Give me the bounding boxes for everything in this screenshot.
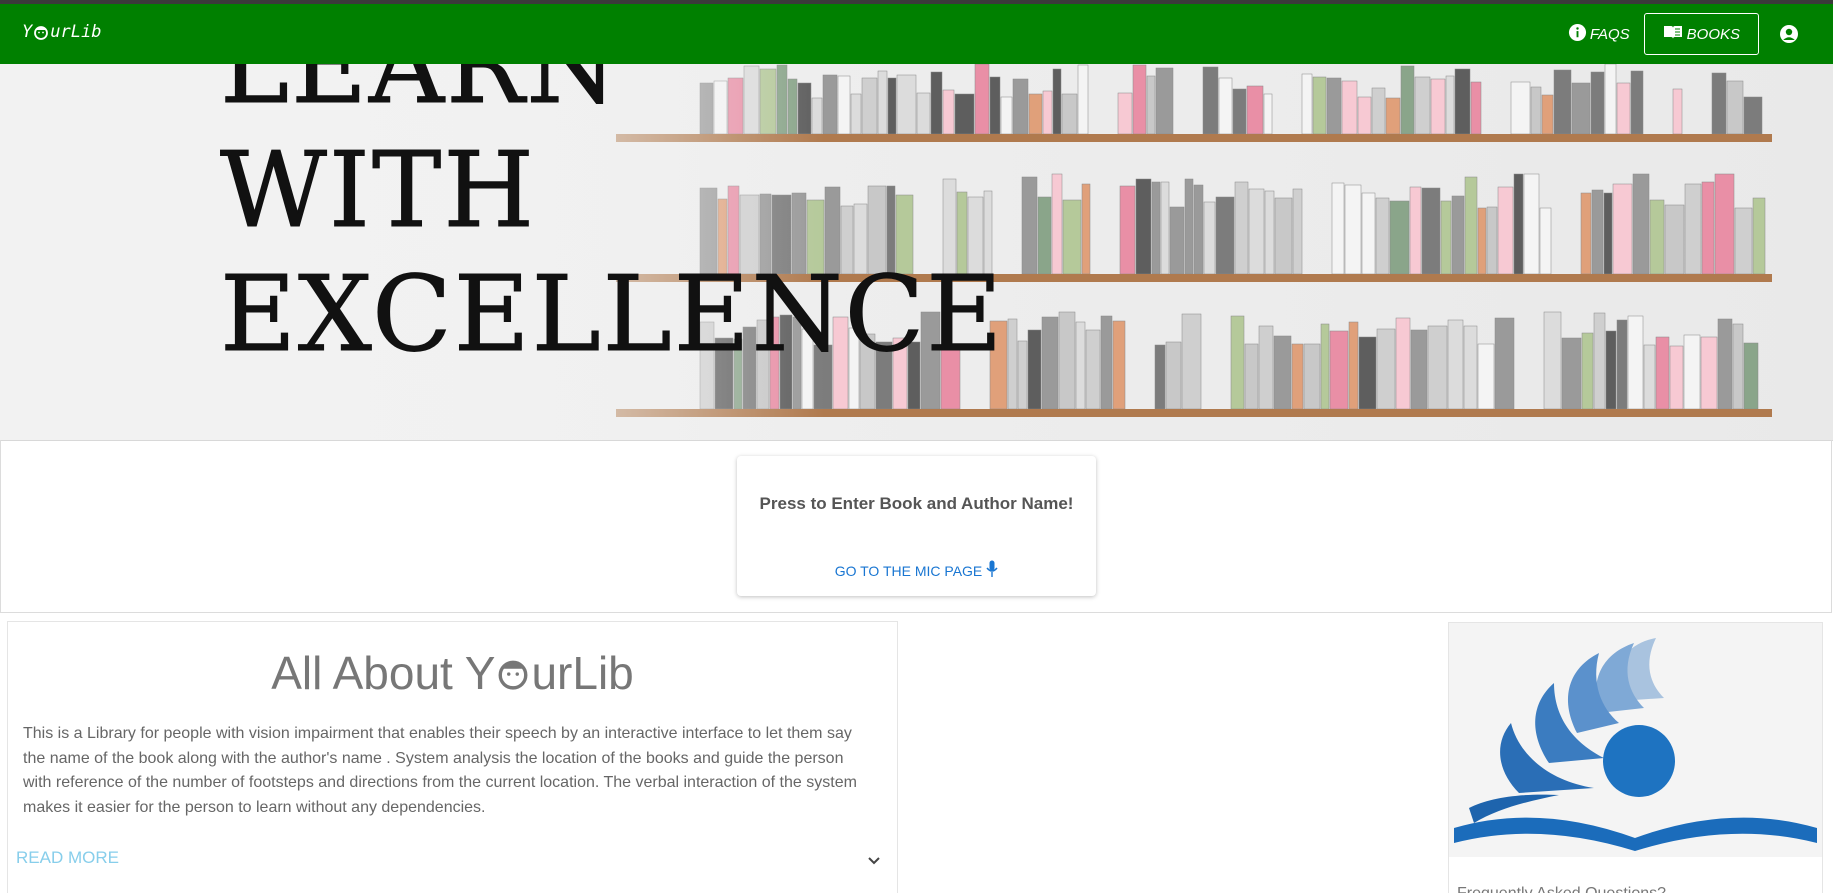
hero-banner: LEARN WITH EXCELLENCE <box>0 64 1833 441</box>
books-label: BOOKS <box>1686 25 1740 43</box>
book-icon <box>1663 24 1683 44</box>
about-heading-prefix: All About Y <box>271 647 496 699</box>
face-icon <box>33 24 49 40</box>
about-card: All About Y urLib This is a Library for … <box>7 621 898 893</box>
account-icon[interactable] <box>1767 12 1811 56</box>
hero-line-1: LEARN <box>219 64 620 128</box>
brand-suffix: urLib <box>50 22 102 42</box>
faqs-label: FAQS <box>1589 25 1630 43</box>
read-more-link[interactable]: READ MORE <box>16 848 119 868</box>
brand-logo[interactable]: Y urLib <box>22 22 101 42</box>
mic-icon <box>986 560 998 581</box>
face-icon <box>496 656 530 690</box>
hero-line-2: WITH <box>219 129 537 252</box>
open-book-logo <box>1449 623 1822 857</box>
navbar: Y urLib FAQS BOOKS <box>0 4 1833 64</box>
about-heading: All About Y urLib <box>8 646 897 700</box>
info-icon <box>1568 23 1587 46</box>
books-button[interactable]: BOOKS <box>1643 13 1759 55</box>
mic-card: Press to Enter Book and Author Name! GO … <box>737 456 1096 596</box>
chevron-down-icon[interactable] <box>863 850 885 872</box>
mic-section: Press to Enter Book and Author Name! GO … <box>0 440 1832 613</box>
mic-card-title: Press to Enter Book and Author Name! <box>759 494 1074 513</box>
about-description: This is a Library for people with vision… <box>23 725 857 816</box>
go-to-mic-page-button[interactable]: GO TO THE MIC PAGE <box>737 560 1096 581</box>
faq-card[interactable]: Frequently Asked Questions? <box>1448 622 1823 893</box>
hero-headline: LEARN WITH EXCELLENCE <box>219 64 1005 376</box>
about-heading-suffix: urLib <box>531 647 634 699</box>
brand-prefix: Y <box>22 22 33 42</box>
mic-action-label: GO TO THE MIC PAGE <box>834 562 983 579</box>
faq-card-title: Frequently Asked Questions? <box>1457 885 1666 893</box>
faqs-link[interactable]: FAQS <box>1562 12 1636 56</box>
hero-line-3: EXCELLENCE <box>219 253 1005 376</box>
